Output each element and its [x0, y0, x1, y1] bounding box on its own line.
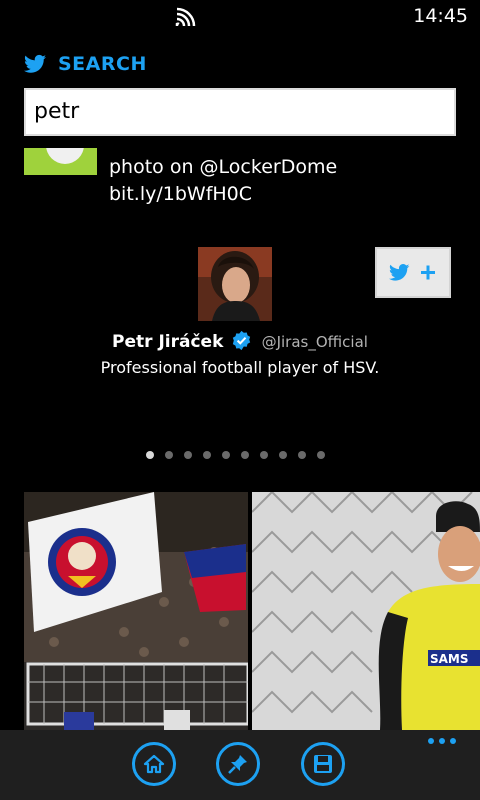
pager-dot — [146, 451, 154, 459]
pager-dot — [298, 451, 306, 459]
tweet-text-line: photo on @LockerDome — [109, 156, 338, 178]
follow-button[interactable] — [375, 247, 451, 298]
svg-text:SAMS: SAMS — [430, 652, 469, 666]
pager-dot — [165, 451, 173, 459]
home-icon — [143, 754, 165, 774]
application-bar — [0, 730, 480, 800]
screen: 14:45 SEARCH petr photo on @LockerDome b… — [0, 0, 480, 800]
photo-goalkeeper[interactable]: SAMS — [252, 492, 480, 730]
clock: 14:45 — [413, 5, 468, 27]
profile-bio: Professional football player of HSV. — [100, 358, 380, 377]
pager-dot — [241, 451, 249, 459]
twitter-bird-icon — [24, 54, 46, 73]
app-header: SEARCH — [24, 50, 147, 78]
pin-icon — [228, 755, 247, 774]
pager-indicator — [146, 451, 325, 461]
thumbnail-shape — [46, 148, 84, 164]
tweet-thumbnail[interactable] — [24, 148, 97, 175]
profile-handle[interactable]: @Jiras_Official — [262, 333, 368, 351]
photo-stadium-fans[interactable] — [24, 492, 248, 730]
search-input[interactable]: petr — [24, 88, 456, 136]
pager-dot — [317, 451, 325, 459]
status-bar: 14:45 — [0, 0, 480, 32]
tweet-text: photo on @LockerDome bit.ly/1bWfH0C — [109, 154, 337, 208]
pager-dot — [203, 451, 211, 459]
wifi-signal-icon — [175, 7, 196, 27]
stadium-fans-image — [24, 492, 248, 730]
profile-header: Petr Jiráček @Jiras_Official — [0, 330, 480, 352]
goalkeeper-image: SAMS — [252, 492, 480, 730]
pager-dot — [184, 451, 192, 459]
more-dot — [450, 738, 456, 744]
pager-dot — [279, 451, 287, 459]
more-options-button[interactable] — [428, 738, 460, 748]
save-button[interactable] — [301, 742, 345, 786]
avatar-photo — [198, 247, 272, 321]
more-dot — [428, 738, 434, 744]
follow-bird-plus-icon — [389, 263, 435, 281]
pager-dot — [260, 451, 268, 459]
profile-name[interactable]: Petr Jiráček — [112, 332, 223, 352]
avatar[interactable] — [198, 247, 272, 321]
page-title: SEARCH — [58, 53, 147, 75]
pager-dot — [222, 451, 230, 459]
home-button[interactable] — [132, 742, 176, 786]
save-icon — [314, 755, 332, 773]
tweet-link[interactable]: bit.ly/1bWfH0C — [109, 181, 337, 208]
verified-badge-icon — [233, 330, 251, 351]
more-dot — [439, 738, 445, 744]
pin-button[interactable] — [216, 742, 260, 786]
